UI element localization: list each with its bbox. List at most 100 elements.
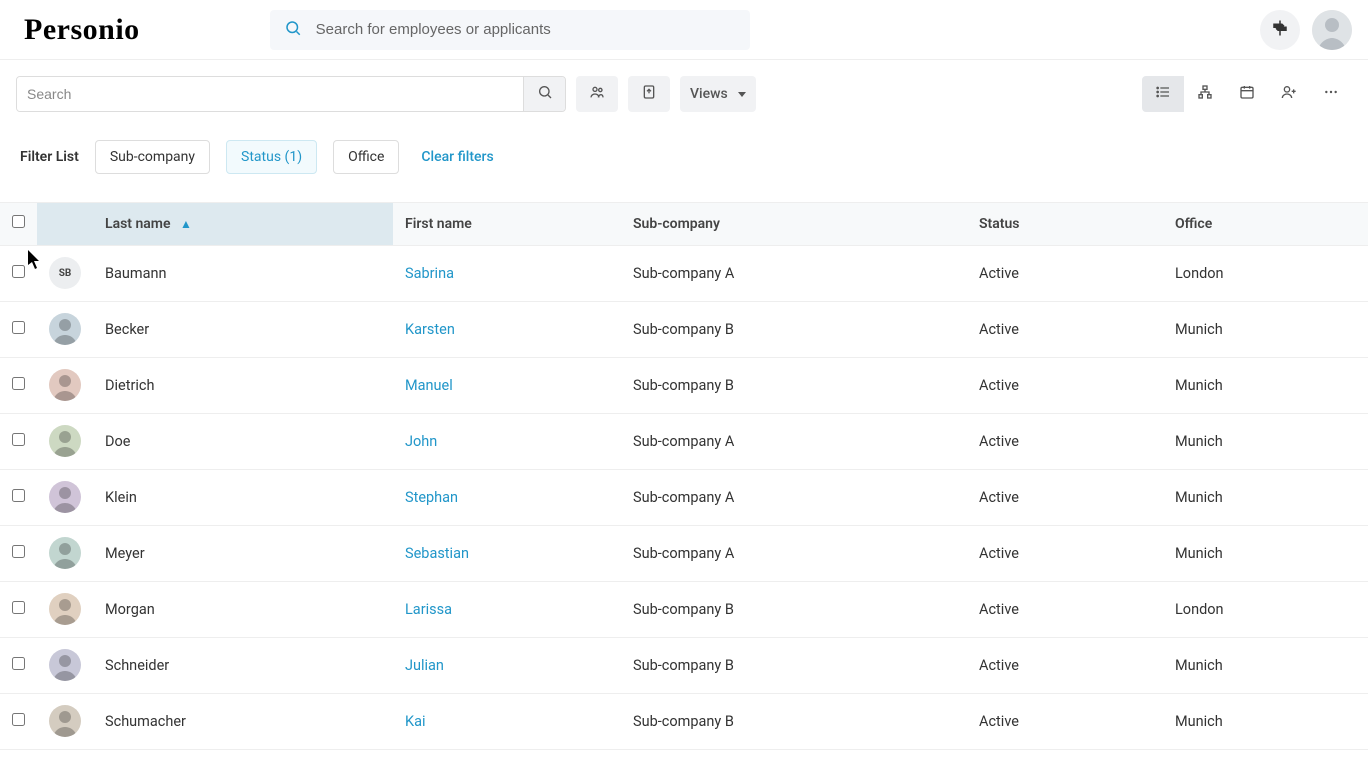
- cell-office: Munich: [1163, 637, 1368, 693]
- filter-list-label: Filter List: [20, 149, 79, 165]
- cell-office: Munich: [1163, 301, 1368, 357]
- global-search[interactable]: [270, 10, 750, 50]
- cell-last-name: Meyer: [93, 525, 393, 581]
- cell-sub-company: Sub-company B: [621, 301, 967, 357]
- cell-sub-company: Sub-company B: [621, 357, 967, 413]
- row-checkbox[interactable]: [12, 433, 25, 446]
- views-dropdown[interactable]: Views: [680, 76, 756, 112]
- cell-office: Munich: [1163, 413, 1368, 469]
- views-label: Views: [690, 86, 728, 102]
- cell-status: Active: [967, 469, 1163, 525]
- row-avatar: [49, 313, 81, 345]
- view-mode-bar: [1142, 76, 1352, 112]
- employee-link[interactable]: John: [405, 433, 437, 450]
- table-row[interactable]: SchneiderJulianSub-company BActiveMunich: [0, 637, 1368, 693]
- row-checkbox[interactable]: [12, 657, 25, 670]
- col-last-name[interactable]: Last name ▲: [93, 203, 393, 245]
- top-header: Personio: [0, 0, 1368, 60]
- cell-last-name: Dietrich: [93, 357, 393, 413]
- row-checkbox[interactable]: [12, 545, 25, 558]
- row-avatar: [49, 481, 81, 513]
- col-sub-company[interactable]: Sub-company: [621, 203, 967, 245]
- cell-last-name: Morgan: [93, 581, 393, 637]
- clear-filters-link[interactable]: Clear filters: [421, 149, 493, 165]
- row-avatar: [49, 369, 81, 401]
- col-office-label: Office: [1175, 216, 1212, 232]
- file-arrow-icon: [641, 84, 657, 104]
- avatar-icon: [1312, 10, 1352, 50]
- cell-sub-company: Sub-company B: [621, 581, 967, 637]
- ellipsis-icon: [1323, 84, 1339, 104]
- col-sub-company-label: Sub-company: [633, 216, 720, 232]
- col-first-name[interactable]: First name: [393, 203, 621, 245]
- table-row[interactable]: Dietrich Manuel Sub-company BActiveMunich: [0, 357, 1368, 413]
- row-checkbox[interactable]: [12, 265, 25, 278]
- row-avatar: SB: [49, 257, 81, 289]
- list-search-input[interactable]: [17, 77, 523, 111]
- cell-office: Munich: [1163, 693, 1368, 749]
- table-row[interactable]: MeyerSebastianSub-company AActiveMunich: [0, 525, 1368, 581]
- table-row[interactable]: MorganLarissaSub-company BActiveLondon: [0, 581, 1368, 637]
- toolbar: Views: [0, 60, 1368, 128]
- filter-subcompany-label: Sub-company: [110, 149, 195, 165]
- table-row[interactable]: SchumacherKaiSub-company BActiveMunich: [0, 693, 1368, 749]
- group-button[interactable]: [576, 76, 618, 112]
- list-search-button[interactable]: [523, 77, 565, 111]
- employee-link[interactable]: Karsten: [405, 321, 455, 338]
- row-checkbox[interactable]: [12, 489, 25, 502]
- view-calendar-button[interactable]: [1226, 76, 1268, 112]
- filter-status[interactable]: Status (1): [226, 140, 317, 174]
- employee-link[interactable]: Kai: [405, 713, 426, 730]
- table-row[interactable]: BeckerKarstenSub-company BActiveMunich: [0, 301, 1368, 357]
- select-all-checkbox[interactable]: [12, 215, 25, 228]
- signpost-button[interactable]: [1260, 10, 1300, 50]
- cell-status: Active: [967, 357, 1163, 413]
- cell-status: Active: [967, 693, 1163, 749]
- cell-sub-company: Sub-company A: [621, 469, 967, 525]
- table-row[interactable]: KleinStephanSub-company AActiveMunich: [0, 469, 1368, 525]
- export-button[interactable]: [628, 76, 670, 112]
- employee-link[interactable]: Sebastian: [405, 545, 469, 562]
- view-org-button[interactable]: [1184, 76, 1226, 112]
- row-avatar: [49, 593, 81, 625]
- cell-office: Munich: [1163, 525, 1368, 581]
- cell-last-name: Doe: [93, 413, 393, 469]
- employee-link[interactable]: Sabrina: [405, 265, 454, 282]
- global-search-input[interactable]: [316, 21, 736, 38]
- cell-sub-company: Sub-company B: [621, 693, 967, 749]
- filter-subcompany[interactable]: Sub-company: [95, 140, 210, 174]
- row-checkbox[interactable]: [12, 377, 25, 390]
- filter-status-label: Status (1): [241, 149, 302, 165]
- cell-office: Munich: [1163, 357, 1368, 413]
- sort-asc-icon: ▲: [180, 217, 192, 231]
- table-row[interactable]: SBBaumannSabrinaSub-company AActiveLondo…: [0, 245, 1368, 301]
- employee-link[interactable]: Julian: [405, 657, 444, 674]
- cell-status: Active: [967, 245, 1163, 301]
- view-list-button[interactable]: [1142, 76, 1184, 112]
- person-plus-icon: [1281, 84, 1297, 104]
- employee-table: Last name ▲ First name Sub-company Statu…: [0, 203, 1368, 750]
- col-office[interactable]: Office: [1163, 203, 1368, 245]
- employee-link[interactable]: Manuel: [405, 377, 453, 394]
- row-checkbox[interactable]: [12, 713, 25, 726]
- cell-office: Munich: [1163, 469, 1368, 525]
- more-button[interactable]: [1310, 76, 1352, 112]
- table-row[interactable]: Doe John Sub-company AActiveMunich: [0, 413, 1368, 469]
- row-checkbox[interactable]: [12, 321, 25, 334]
- filter-office[interactable]: Office: [333, 140, 399, 174]
- people-group-icon: [589, 84, 605, 104]
- employee-link[interactable]: Stephan: [405, 489, 458, 506]
- row-checkbox[interactable]: [12, 601, 25, 614]
- row-avatar: [49, 705, 81, 737]
- logo[interactable]: Personio: [24, 13, 140, 47]
- add-employee-button[interactable]: [1268, 76, 1310, 112]
- cell-status: Active: [967, 413, 1163, 469]
- employee-link[interactable]: Larissa: [405, 601, 452, 618]
- cell-sub-company: Sub-company A: [621, 413, 967, 469]
- row-avatar: [49, 649, 81, 681]
- search-icon: [537, 84, 553, 104]
- col-status[interactable]: Status: [967, 203, 1163, 245]
- cell-sub-company: Sub-company A: [621, 525, 967, 581]
- user-avatar[interactable]: [1312, 10, 1352, 50]
- cell-status: Active: [967, 581, 1163, 637]
